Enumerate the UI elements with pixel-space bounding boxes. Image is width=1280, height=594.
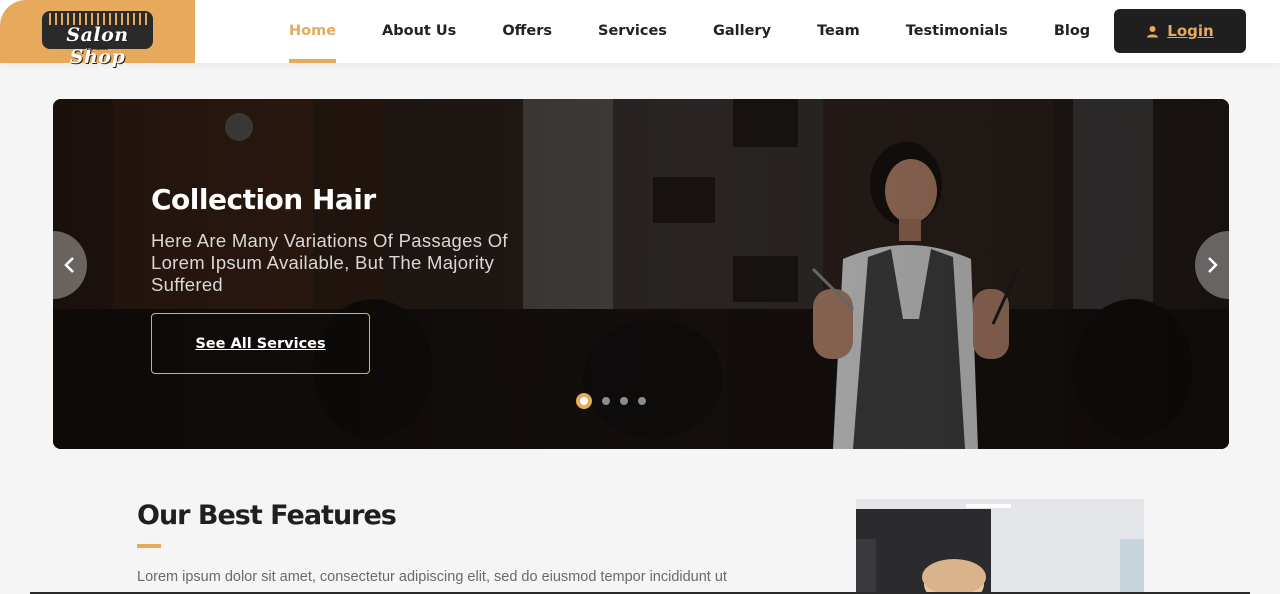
user-icon xyxy=(1147,25,1159,37)
site-header: Salon Shop EST.2000 Home About Us Offers… xyxy=(0,0,1280,68)
slider-dots xyxy=(576,393,646,409)
chevron-left-icon xyxy=(64,257,74,273)
nav-item-blog[interactable]: Blog xyxy=(1031,0,1113,63)
nav-item-gallery[interactable]: Gallery xyxy=(690,0,794,63)
slider-dot-2[interactable] xyxy=(602,397,610,405)
salon-photo-image xyxy=(856,499,1144,594)
slider-dot-4[interactable] xyxy=(638,397,646,405)
hero-title: Collection Hair xyxy=(151,183,376,216)
slider-dot-3[interactable] xyxy=(620,397,628,405)
see-all-services-button[interactable]: See All Services xyxy=(151,313,370,374)
hero-subtitle: Here Are Many Variations Of Passages Of … xyxy=(151,230,508,295)
nav-item-offers[interactable]: Offers xyxy=(479,0,575,63)
login-label: Login xyxy=(1167,22,1214,40)
nav-item-services[interactable]: Services xyxy=(575,0,690,63)
nav-item-about-us[interactable]: About Us xyxy=(359,0,479,63)
hero-slider: Collection Hair Here Are Many Variations… xyxy=(53,99,1229,449)
nav-item-team[interactable]: Team xyxy=(794,0,883,63)
features-title: Our Best Features xyxy=(137,500,397,531)
nav-item-home[interactable]: Home xyxy=(266,0,359,63)
features-title-underline xyxy=(137,544,161,548)
slider-dot-1[interactable] xyxy=(576,393,592,409)
logo-tagline: EST.2000 xyxy=(86,46,109,52)
main-nav: Home About Us Offers Services Gallery Te… xyxy=(266,0,1113,63)
login-button[interactable]: Login xyxy=(1114,9,1246,53)
nav-item-testimonials[interactable]: Testimonials xyxy=(883,0,1031,63)
features-image xyxy=(856,499,1144,594)
logo[interactable]: Salon Shop EST.2000 xyxy=(0,0,195,68)
features-description: Lorem ipsum dolor sit amet, consectetur … xyxy=(137,569,727,585)
chevron-right-icon xyxy=(1208,257,1218,273)
